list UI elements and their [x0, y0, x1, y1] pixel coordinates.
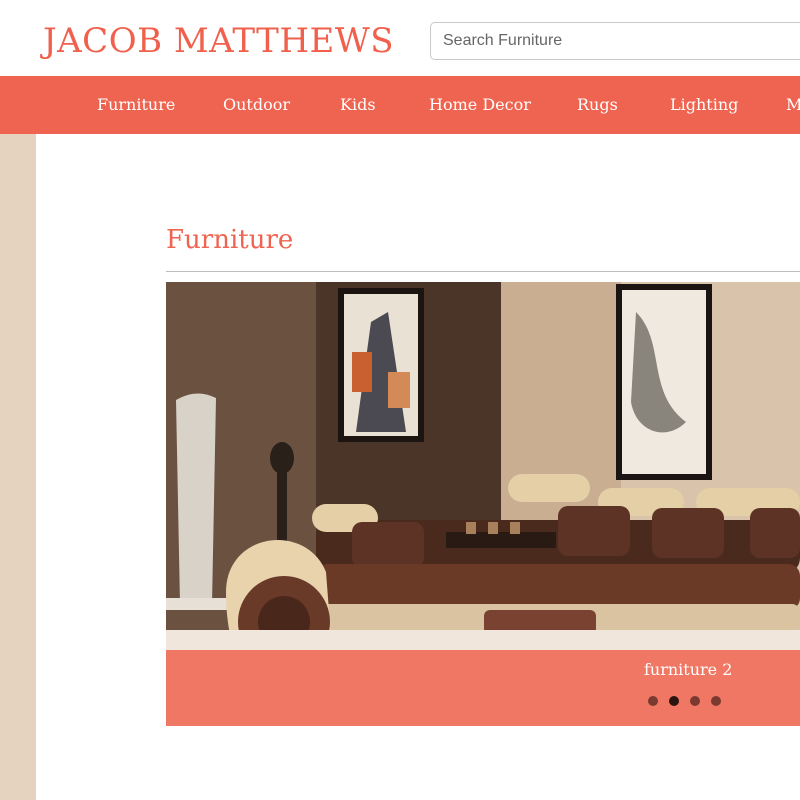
nav-item-outdoor[interactable]: Outdoor	[223, 76, 290, 134]
nav-item-home-decor[interactable]: Home Decor	[429, 76, 531, 134]
image-slider[interactable]: furniture 2	[166, 282, 800, 726]
nav-item-rugs[interactable]: Rugs	[577, 76, 618, 134]
slider-dot-1[interactable]	[648, 696, 658, 706]
nav-item-kids[interactable]: Kids	[340, 76, 376, 134]
page-title: Furniture	[166, 225, 294, 255]
title-divider	[166, 271, 800, 272]
search-input[interactable]	[430, 22, 800, 60]
slider-dot-2[interactable]	[669, 696, 679, 706]
nav-item-lighting[interactable]: Lighting	[670, 76, 738, 134]
nav-item-more[interactable]: M	[786, 76, 800, 134]
side-strip	[0, 134, 36, 800]
main-nav: Furniture Outdoor Kids Home Decor Rugs L…	[0, 76, 800, 134]
slider-dot-4[interactable]	[711, 696, 721, 706]
nav-item-furniture[interactable]: Furniture	[97, 76, 175, 134]
site-header: JACOB MATTHEWS	[0, 0, 800, 76]
slide-caption: furniture 2	[644, 660, 733, 679]
site-logo[interactable]: JACOB MATTHEWS	[43, 19, 394, 63]
slider-dot-3[interactable]	[690, 696, 700, 706]
